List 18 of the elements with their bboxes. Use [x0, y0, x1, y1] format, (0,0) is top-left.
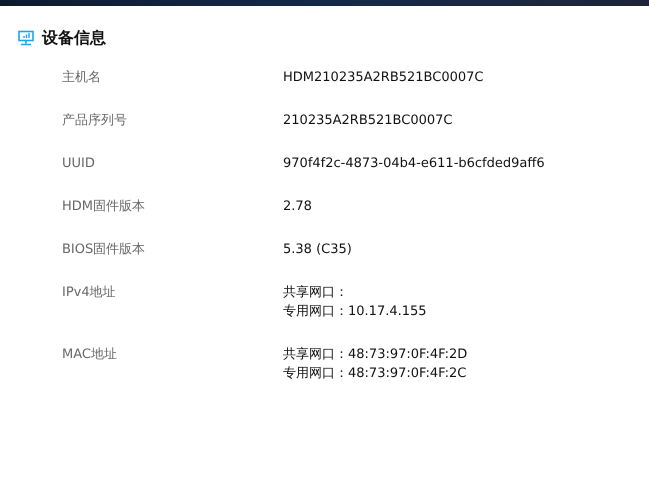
field-value: HDM210235A2RB521BC0007C	[283, 69, 484, 87]
field-label: BIOS固件版本	[62, 241, 146, 259]
field-value: 970f4f2c-4873-04b4-e611-b6cfded9aff6	[283, 155, 545, 173]
field-value: 共享网口：48:73:97:0F:4F:2D	[283, 346, 468, 364]
section-title: 设备信息	[42, 27, 106, 49]
monitor-chart-icon	[18, 30, 34, 46]
field-label: 主机名	[62, 69, 102, 87]
field-label: 产品序列号	[62, 112, 128, 130]
field-label: MAC地址	[62, 346, 118, 364]
field-value: 2.78	[283, 198, 312, 216]
field-label: IPv4地址	[62, 284, 117, 302]
field-value: 专用网口：10.17.4.155	[283, 303, 427, 321]
field-value: 5.38 (C35)	[283, 241, 352, 259]
field-value: 210235A2RB521BC0007C	[283, 112, 452, 130]
field-value: 专用网口：48:73:97:0F:4F:2C	[283, 365, 468, 383]
field-label: UUID	[62, 155, 96, 173]
field-value: 共享网口：	[283, 284, 349, 302]
field-label: HDM固件版本	[62, 198, 146, 216]
